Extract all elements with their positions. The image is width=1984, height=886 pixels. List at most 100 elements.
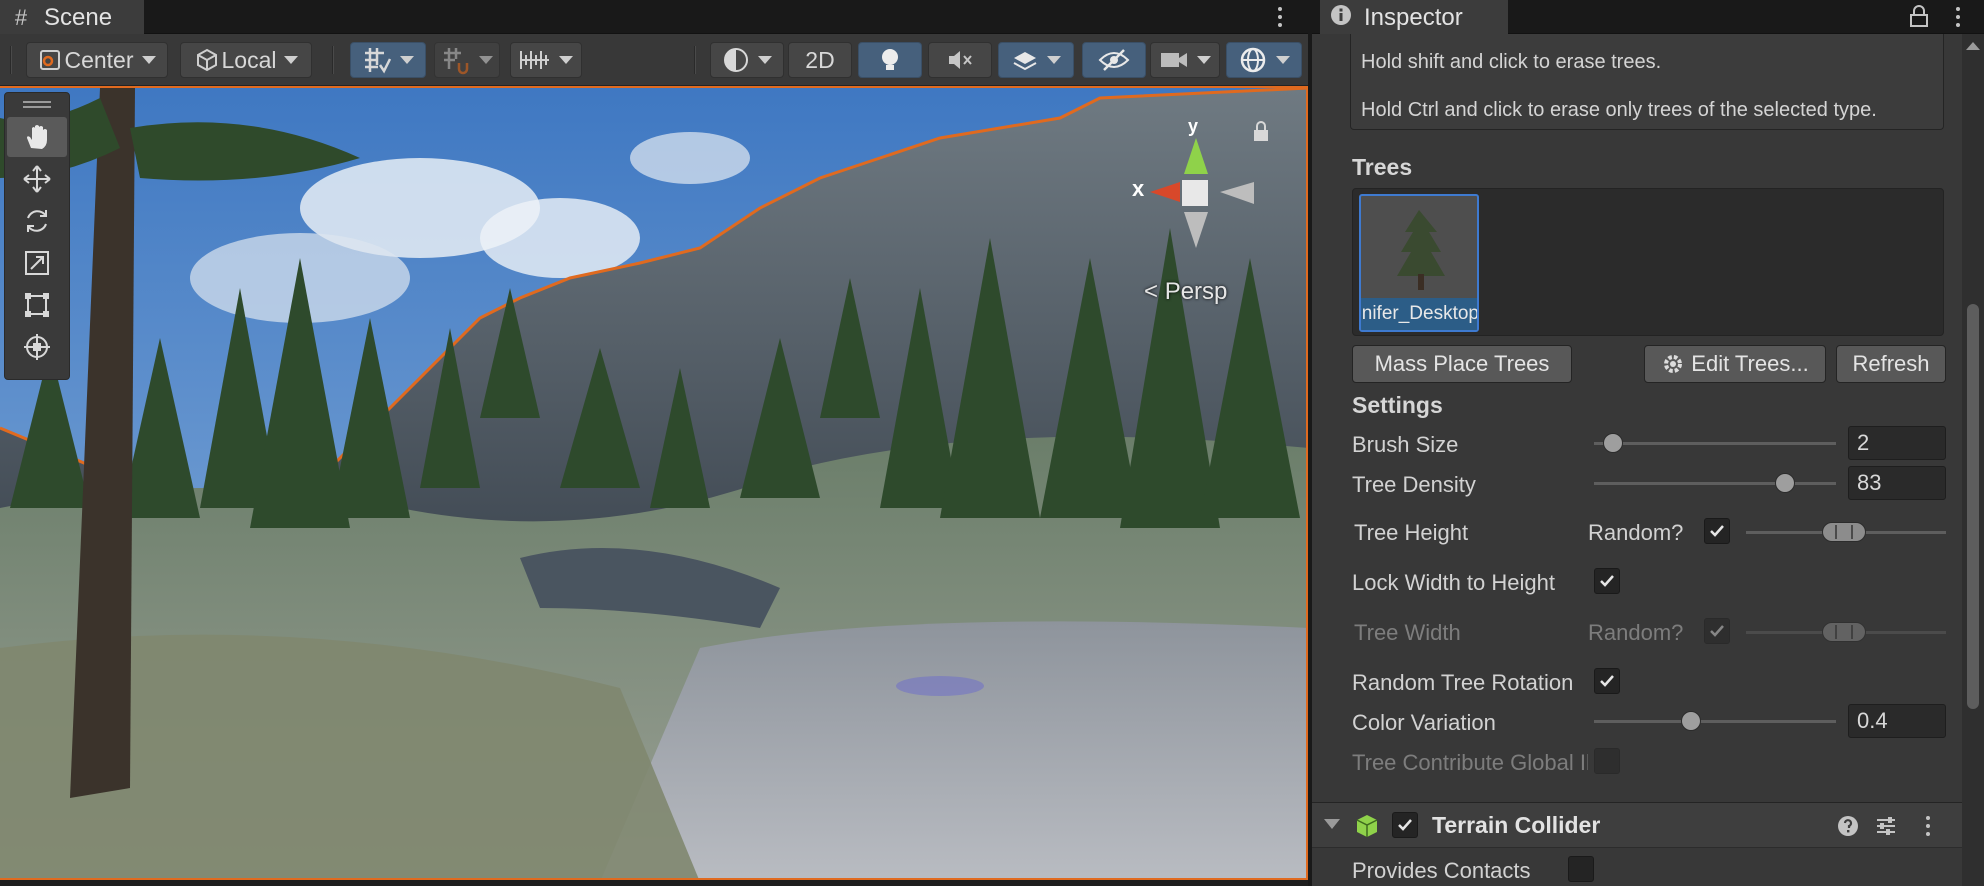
grid-snapping-toggle[interactable] [434,42,500,78]
inspector-content: Hold shift and click to erase trees. Hol… [1312,34,1984,886]
color-variation-slider-handle[interactable] [1680,711,1701,731]
help-box: Hold shift and click to erase trees. Hol… [1350,34,1944,130]
gear-icon [1664,355,1683,373]
lock-icon[interactable] [1908,4,1930,34]
scale-icon [25,251,49,275]
help-icon[interactable] [1836,814,1860,838]
inspector-tab-label: Inspector [1364,4,1463,31]
drag-handle-icon[interactable] [5,93,69,115]
pivot-space-label: Local [221,46,277,73]
scrollbar-thumb[interactable] [1967,304,1979,709]
toolbar-separator [332,46,334,74]
inspector-tabbar: Inspector [1312,0,1984,34]
rotate-tool[interactable] [7,201,67,241]
component-title: Terrain Collider [1432,812,1601,838]
toolbar-separator [10,46,12,74]
tree-density-field[interactable]: 83 [1848,466,1946,500]
increment-snap-dropdown[interactable] [510,42,582,78]
collider-icon [1356,815,1378,837]
inspector-scrollbar[interactable] [1962,34,1984,886]
tree-height-range-handle[interactable] [1822,522,1866,542]
checkmark-icon [1710,525,1724,537]
transform-icon [24,334,50,360]
cube-icon [196,48,217,72]
checkmark-icon [1600,675,1614,687]
grid-icon: # [14,5,28,30]
camera-icon [1161,53,1187,67]
transform-tool[interactable] [7,327,67,367]
tab-inspector[interactable]: Inspector [1320,0,1508,34]
scene-visibility-toggle[interactable] [1082,42,1146,78]
brush-size-slider-handle[interactable] [1603,433,1624,453]
scene-lighting-toggle[interactable] [858,42,922,78]
scene-menu-icon[interactable] [1270,2,1290,32]
trees-list[interactable]: Conifer_Desktop [1352,188,1944,336]
foldout-arrow-icon[interactable] [1324,819,1340,829]
projection-toggle[interactable]: < Persp [1144,278,1227,306]
scale-tool[interactable] [7,243,67,283]
lightbulb-icon [882,49,898,70]
eye-hidden-icon [1098,49,1130,71]
pivot-mode-dropdown[interactable]: Center [26,42,168,78]
tree-width-range-handle [1822,622,1866,642]
mass-place-trees-button[interactable]: Mass Place Trees [1352,345,1572,383]
terrain-collider-enabled-checkbox[interactable] [1392,812,1418,838]
inspector-menu-icon[interactable] [1948,2,1968,32]
tree-density-label: Tree Density [1352,472,1476,497]
gizmos-dropdown[interactable] [1226,42,1302,78]
lock-width-checkbox[interactable] [1594,568,1620,594]
scroll-up-icon[interactable] [1966,42,1980,50]
tree-height-label: Tree Height [1354,520,1469,545]
color-variation-field[interactable]: 0.4 [1848,704,1946,738]
scene-audio-toggle[interactable] [928,42,992,78]
terrain-scene-image: x y [0,88,1306,878]
pivot-space-dropdown[interactable]: Local [180,42,312,78]
chevron-down-icon [479,56,493,64]
increment-snap-icon [520,51,549,69]
move-tool[interactable] [7,159,67,199]
tree-width-random-checkbox [1704,618,1730,644]
chevron-down-icon [1276,56,1290,64]
color-variation-slider[interactable] [1594,720,1836,723]
scene-viewport[interactable]: x y < Persp [0,86,1308,880]
lock-width-label: Lock Width to Height [1352,570,1555,595]
brush-size-slider[interactable] [1594,442,1836,445]
pivot-center-icon [40,50,61,70]
projection-label: Persp [1164,278,1228,305]
contribute-gi-checkbox [1594,748,1620,774]
rotate-icon [27,210,47,232]
scene-effects-dropdown[interactable] [998,42,1074,78]
audio-muted-icon [949,51,972,69]
refresh-button[interactable]: Refresh [1836,345,1946,383]
toggle-2d-button[interactable]: 2D [788,42,852,78]
terrain-collider-header[interactable]: Terrain Collider [1312,802,1984,848]
grid-visibility-toggle[interactable] [350,42,426,78]
checkmark-icon [1600,575,1614,587]
presets-icon[interactable] [1874,814,1898,838]
scene-tabbar: # Scene [0,0,1308,34]
brush-size-field[interactable]: 2 [1848,426,1946,460]
grid-snap-icon [444,48,469,75]
tree-height-random-checkbox[interactable] [1704,518,1730,544]
chevron-down-icon [1197,56,1211,64]
scene-camera-dropdown[interactable] [1150,42,1220,78]
component-menu-icon[interactable] [1918,811,1938,841]
trees-header: Trees [1352,154,1413,180]
layers-effects-icon [1013,52,1037,71]
tree-prototype-label: Conifer_Desktop [1361,298,1477,330]
draw-mode-dropdown[interactable] [710,42,784,78]
hand-tool[interactable] [7,117,67,157]
move-arrows-icon [23,165,51,193]
chevron-down-icon [559,56,573,64]
random-rotation-checkbox[interactable] [1594,668,1620,694]
tree-prototype-item[interactable]: Conifer_Desktop [1359,194,1479,332]
tree-density-slider[interactable] [1594,482,1836,485]
tree-width-label: Tree Width [1354,620,1461,645]
chevron-down-icon [758,56,772,64]
tree-density-slider-handle[interactable] [1775,473,1796,493]
provides-contacts-checkbox[interactable] [1568,856,1594,882]
edit-trees-button[interactable]: Edit Trees... [1644,345,1826,383]
pivot-mode-label: Center [64,46,134,73]
rect-tool[interactable] [7,285,67,325]
tab-scene[interactable]: # Scene [0,0,144,34]
